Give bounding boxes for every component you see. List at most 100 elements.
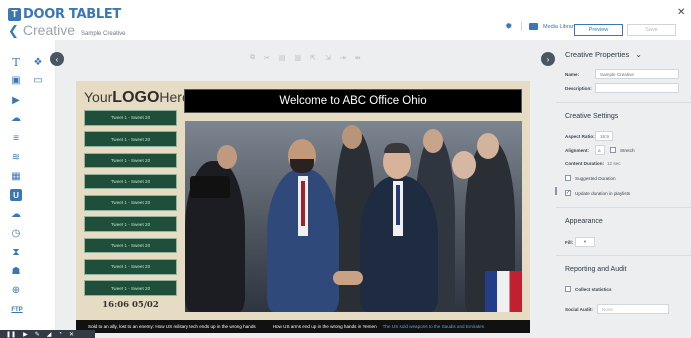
save-button[interactable]: Save (627, 24, 676, 36)
panel-resize-handle[interactable] (555, 187, 557, 195)
suggested-row: Suggested Duration (565, 175, 616, 181)
fill-color-select[interactable]: ▾ (575, 237, 595, 247)
tweet-item: Tweet 1 - Sweet 20 (84, 110, 177, 126)
ticker-item: How US arms end up in the wrong hands in… (272, 324, 377, 329)
collapse-toolbox-button[interactable]: ‹ (50, 52, 64, 66)
bring-forward-icon[interactable]: ⇱ (310, 54, 316, 62)
tweet-item: Tweet 1 - Sweet 20 (84, 259, 177, 275)
back-arrow-icon[interactable]: ❮ (8, 23, 19, 39)
description-field[interactable] (595, 83, 679, 93)
video-tool-icon[interactable]: ▶ (10, 94, 22, 106)
camera-icon[interactable] (529, 23, 538, 30)
stretch-checkbox[interactable] (610, 147, 616, 153)
photo-figure (190, 176, 230, 198)
properties-panel: Creative Properties ⌄ Name: Sample Creat… (556, 40, 691, 338)
stretch-label: Stretch (620, 147, 635, 153)
send-backward-icon[interactable]: ⇲ (325, 54, 331, 62)
ticker-item: Sold to an ally, lost to an enemy: How U… (88, 324, 256, 329)
page-title: Creative (22, 22, 76, 38)
ftp-tool-icon[interactable]: FTP (9, 304, 25, 316)
alignment-label: Alignment: (565, 147, 589, 153)
tweet-list[interactable]: Tweet 1 - Sweet 20 Tweet 1 - Sweet 20 Tw… (84, 110, 177, 302)
paste-icon[interactable]: ▤ (279, 54, 286, 62)
clock-widget[interactable]: 16:06 05/02 (84, 298, 177, 312)
calendar-tool-icon[interactable]: ▦ (10, 170, 22, 182)
clock-tool-icon[interactable]: ◷ (10, 227, 22, 239)
photo-figure (384, 143, 410, 153)
update-checkbox[interactable]: ✓ (565, 190, 571, 196)
collect-row: Collect statistics (565, 286, 612, 292)
panel-title[interactable]: Creative Properties ⌄ (565, 50, 642, 59)
text-tool-icon[interactable]: T (10, 56, 22, 69)
copy-icon[interactable]: ⧉ (250, 54, 255, 62)
alignment-select[interactable]: a (595, 145, 605, 155)
media-library-link[interactable]: Media Library (543, 24, 576, 30)
tweet-item: Tweet 1 - Sweet 20 (84, 131, 177, 147)
widget-tool-icon[interactable]: ❖ (32, 56, 44, 68)
photo-figure (477, 133, 499, 159)
close-icon[interactable]: ✕ (677, 7, 685, 18)
description-label: Description: (565, 85, 592, 91)
cloud-tool-icon[interactable]: ☁ (10, 208, 22, 220)
align-icon[interactable]: ⇥ (340, 54, 346, 62)
welcome-banner[interactable]: Welcome to ABC Office Ohio (184, 89, 522, 113)
breadcrumb: ❮ Creative Sample Creative (8, 22, 125, 39)
display-tool-icon[interactable]: ▭ (32, 74, 44, 86)
people-tool-icon[interactable]: ☗ (10, 265, 22, 277)
news-ticker[interactable]: Sold to an ally, lost to an enemy: How U… (76, 320, 530, 333)
brand-logo: T DOOR TABLET (8, 6, 121, 22)
settings-heading: Creative Settings (565, 113, 619, 120)
name-field[interactable]: Sample Creative (595, 69, 679, 79)
divider (521, 22, 522, 31)
description-row: Description: (565, 83, 679, 93)
aspect-label: Aspect Ratio: (565, 133, 595, 139)
tweet-item: Tweet 1 - Sweet 20 (84, 195, 177, 211)
playback-bar: ❚❚ ▶ ✎ ◢ ◔ ✕ (0, 330, 95, 338)
alignment-row: Alignment: a Stretch (565, 145, 635, 155)
close-icon[interactable]: ✕ (69, 331, 74, 338)
weather-tool-icon[interactable]: ☁ (10, 112, 22, 124)
cut-icon[interactable]: ✂ (264, 54, 270, 62)
divider (556, 255, 691, 256)
delete-icon[interactable]: ▥ (295, 54, 302, 62)
brush-icon[interactable]: ◢ (47, 331, 52, 338)
flag-graphic (485, 271, 522, 312)
tweet-item: Tweet 1 - Sweet 20 (84, 152, 177, 169)
timer-icon[interactable]: ◔ (58, 331, 62, 337)
panel-title-text: Creative Properties (565, 50, 630, 59)
globe-tool-icon[interactable]: ⊕ (10, 284, 22, 296)
photo-figure (423, 129, 443, 153)
aspect-select[interactable]: 16:9 (595, 131, 613, 141)
top-header: T DOOR TABLET ❮ Creative Sample Creative… (0, 0, 691, 40)
logo-placeholder[interactable]: YourLOGOHere (84, 89, 190, 107)
edit-toolbar: ⧉ ✂ ▤ ▥ ⇱ ⇲ ⇥ ⇹ (250, 54, 361, 62)
gear-icon[interactable]: ✹ (505, 22, 514, 31)
rss-tool-icon[interactable]: ≋ (10, 151, 22, 163)
duration-value: 12 sec (607, 161, 621, 166)
page-subtitle: Sample Creative (81, 31, 126, 37)
u-tool-icon[interactable]: U (10, 189, 22, 201)
pen-icon[interactable]: ✎ (35, 331, 40, 338)
timer-tool-icon[interactable]: ⧗ (10, 246, 22, 258)
image-tool-icon[interactable]: ▣ (10, 74, 22, 86)
photo-figure (396, 185, 400, 225)
social-audit-select[interactable]: None (597, 304, 669, 314)
toggle-panel-button[interactable]: › (541, 52, 555, 66)
appearance-heading: Appearance (565, 218, 603, 225)
reporting-heading: Reporting and Audit (565, 266, 627, 273)
tweet-item: Tweet 1 - Sweet 20 (84, 216, 177, 232)
tweet-item: Tweet 1 - Sweet 20 (84, 173, 177, 190)
distribute-icon[interactable]: ⇹ (355, 54, 361, 62)
suggested-checkbox[interactable] (565, 175, 571, 181)
header-actions: ✹ Media Library (505, 22, 576, 31)
chevron-down-icon[interactable]: ⌄ (635, 50, 642, 59)
photo-figure (342, 125, 362, 149)
creative-stage[interactable]: YourLOGOHere Welcome to ABC Office Ohio … (76, 81, 530, 333)
update-row: ✓ Update duration in playlists (565, 190, 630, 196)
news-photo[interactable] (185, 121, 522, 312)
pause-icon[interactable]: ❚❚ (6, 331, 16, 338)
ticker-tool-icon[interactable]: ≡ (10, 132, 22, 144)
collect-checkbox[interactable] (565, 286, 571, 292)
play-icon[interactable]: ▶ (23, 331, 28, 338)
preview-button[interactable]: Preview (574, 24, 623, 36)
